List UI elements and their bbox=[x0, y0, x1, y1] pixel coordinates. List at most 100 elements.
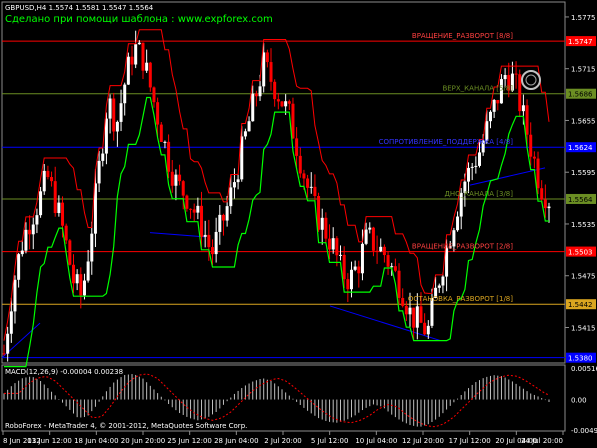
bear-candle bbox=[68, 240, 72, 265]
channel-line bbox=[469, 167, 546, 186]
bear-candle bbox=[532, 156, 536, 159]
bear-candle bbox=[269, 62, 273, 82]
price-label: 1.5595 bbox=[571, 169, 596, 177]
bear-candle bbox=[335, 238, 339, 256]
bear-candle bbox=[189, 208, 193, 210]
bear-candle bbox=[496, 99, 500, 104]
bear-candle bbox=[324, 217, 328, 239]
bull-candle bbox=[488, 111, 492, 122]
bear-candle bbox=[28, 229, 32, 235]
bear-candle bbox=[298, 155, 302, 174]
macd-header: MACD(12,26,9) -0.00004 0.00238 bbox=[5, 368, 123, 376]
trading-chart[interactable]: ВРАЩЕНИЕ_РАЗВОРОТ [8/8] ВЕРХ_КАНАЛА [5/8]… bbox=[0, 0, 597, 448]
bear-candle bbox=[64, 225, 68, 241]
bull-candle bbox=[163, 141, 167, 143]
bull-candle bbox=[225, 206, 229, 221]
macd-histogram bbox=[3, 373, 550, 428]
bear-candle bbox=[302, 173, 306, 179]
bear-candle bbox=[130, 56, 134, 65]
macd-axis: 0.00516 0.00 -0.00498 bbox=[571, 365, 597, 435]
bear-candle bbox=[404, 305, 408, 315]
bull-candle bbox=[82, 280, 86, 296]
bull-candle bbox=[309, 186, 313, 188]
time-label: 28 Jun 04:00 bbox=[214, 437, 258, 445]
bear-candle bbox=[61, 202, 65, 226]
indicator-lines-layer bbox=[3, 29, 550, 368]
bull-candle bbox=[320, 217, 324, 230]
bull-candle bbox=[251, 93, 255, 122]
bull-candle bbox=[174, 174, 178, 186]
bear-candle bbox=[514, 73, 518, 75]
bear-candle bbox=[357, 266, 361, 274]
bear-candle bbox=[295, 138, 299, 156]
bear-candle bbox=[518, 74, 522, 112]
level-price-value: 1.5624 bbox=[568, 144, 593, 152]
bear-candle bbox=[254, 93, 258, 97]
bear-candle bbox=[328, 238, 332, 250]
bear-candle bbox=[50, 177, 54, 182]
bull-candle bbox=[6, 333, 10, 354]
bull-candle bbox=[57, 202, 61, 214]
bull-candle bbox=[390, 266, 394, 268]
bull-candle bbox=[426, 325, 430, 335]
bull-candle bbox=[467, 167, 471, 182]
copyright-text: RoboForex - MetaTrader 4, © 2001-2012, M… bbox=[5, 422, 247, 430]
price-label: 1.5475 bbox=[571, 273, 596, 281]
time-label: 20 Jun 20:00 bbox=[121, 437, 165, 445]
bull-candle bbox=[232, 182, 236, 188]
time-label: 25 Jun 12:00 bbox=[167, 437, 211, 445]
bear-candle bbox=[423, 322, 427, 335]
bear-candle bbox=[210, 247, 214, 255]
bull-candle bbox=[492, 99, 496, 112]
time-label: 5 Jul 12:00 bbox=[311, 437, 349, 445]
bull-candle bbox=[353, 266, 357, 270]
price-axis: 1.5775 1.5715 1.5655 1.5595 1.5535 1.5475 1.54… bbox=[565, 14, 596, 332]
level-label: СОПРОТИВЛЕНИЕ_ПОДДЕРЖКА [4/8] bbox=[379, 138, 514, 146]
bear-candle bbox=[221, 214, 225, 221]
bull-candle bbox=[262, 52, 266, 87]
macd-axis-label: -0.00498 bbox=[571, 427, 597, 435]
bull-candle bbox=[20, 250, 24, 255]
bull-candle bbox=[86, 261, 90, 281]
time-label: 24 Jul 20:00 bbox=[521, 437, 563, 445]
bear-candle bbox=[112, 98, 116, 132]
bull-candle bbox=[134, 44, 138, 65]
template-watermark: Сделано при помощи шаблона : www.expfore… bbox=[5, 14, 273, 25]
bear-candle bbox=[148, 62, 152, 88]
bull-candle bbox=[101, 153, 105, 161]
bull-candle bbox=[17, 254, 21, 280]
bull-candle bbox=[474, 165, 478, 167]
bull-candle bbox=[35, 215, 39, 225]
bear-candle bbox=[540, 188, 544, 200]
bear-candle bbox=[156, 102, 160, 125]
bull-candle bbox=[137, 42, 141, 45]
bull-candle bbox=[547, 206, 551, 209]
bull-candle bbox=[339, 254, 343, 256]
level-price-value: 1.5503 bbox=[568, 249, 593, 257]
bear-candle bbox=[382, 246, 386, 256]
time-label: 12 Jul 20:00 bbox=[402, 437, 444, 445]
bull-candle bbox=[521, 105, 525, 112]
symbol-header: GBPUSD,H4 1.5574 1.5581 1.5547 1.5564 bbox=[5, 4, 154, 12]
bear-candle bbox=[159, 124, 163, 142]
level-price-value: 1.5747 bbox=[568, 38, 593, 46]
bear-candle bbox=[273, 81, 277, 100]
bear-candle bbox=[529, 134, 533, 157]
bear-candle bbox=[71, 264, 75, 284]
time-label: 10 Jul 04:00 bbox=[355, 437, 397, 445]
time-label: 18 Jun 04:00 bbox=[74, 437, 118, 445]
bull-candle bbox=[437, 285, 441, 288]
macd-signal-line bbox=[4, 373, 550, 428]
bear-candle bbox=[525, 105, 529, 135]
bear-candle bbox=[79, 274, 83, 296]
bull-candle bbox=[258, 86, 262, 97]
bull-candle bbox=[196, 205, 200, 213]
bull-candle bbox=[90, 233, 94, 262]
bear-candle bbox=[401, 297, 405, 306]
bull-candle bbox=[331, 238, 335, 250]
channel-line bbox=[149, 232, 206, 238]
bear-candle bbox=[371, 227, 375, 251]
price-label: 1.5655 bbox=[571, 117, 596, 125]
bull-candle bbox=[214, 231, 218, 255]
bear-candle bbox=[152, 87, 156, 103]
